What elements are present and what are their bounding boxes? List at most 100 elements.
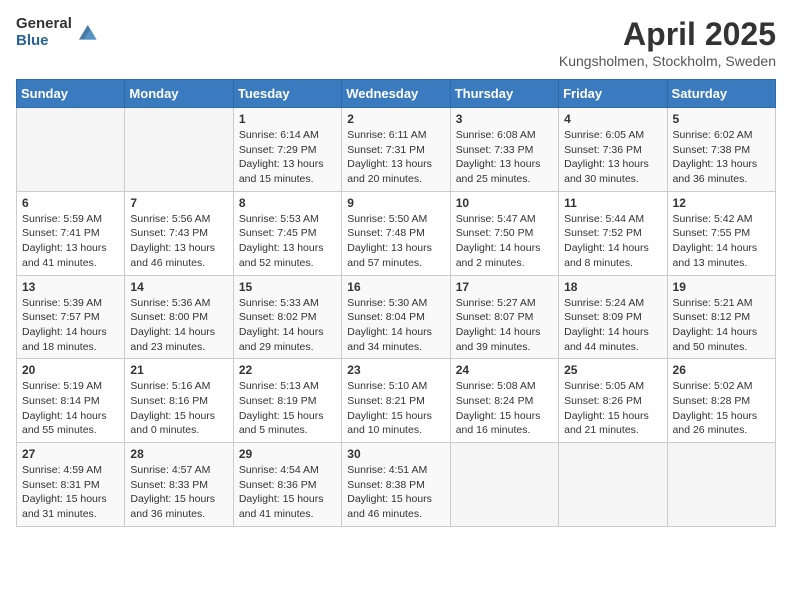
day-number: 21: [130, 363, 227, 377]
day-info: Sunrise: 5:42 AM Sunset: 7:55 PM Dayligh…: [673, 212, 770, 271]
day-info: Sunrise: 5:59 AM Sunset: 7:41 PM Dayligh…: [22, 212, 119, 271]
day-number: 11: [564, 196, 661, 210]
title-block: April 2025 Kungsholmen, Stockholm, Swede…: [559, 16, 776, 69]
weekday-header-monday: Monday: [125, 80, 233, 108]
logo: General Blue: [16, 16, 98, 49]
calendar-cell: 21 Sunrise: 5:16 AM Sunset: 8:16 PM Dayli…: [125, 359, 233, 443]
calendar-cell: 29 Sunrise: 4:54 AM Sunset: 8:36 PM Dayli…: [233, 443, 341, 527]
day-number: 30: [347, 447, 444, 461]
day-info: Sunrise: 5:27 AM Sunset: 8:07 PM Dayligh…: [456, 296, 553, 355]
day-number: 22: [239, 363, 336, 377]
calendar-cell: 9 Sunrise: 5:50 AM Sunset: 7:48 PM Daylig…: [342, 191, 450, 275]
calendar-cell: [17, 108, 125, 192]
calendar-cell: 24 Sunrise: 5:08 AM Sunset: 8:24 PM Dayli…: [450, 359, 558, 443]
day-info: Sunrise: 5:16 AM Sunset: 8:16 PM Dayligh…: [130, 379, 227, 438]
day-number: 12: [673, 196, 770, 210]
calendar-cell: 2 Sunrise: 6:11 AM Sunset: 7:31 PM Daylig…: [342, 108, 450, 192]
day-number: 20: [22, 363, 119, 377]
weekday-header-wednesday: Wednesday: [342, 80, 450, 108]
day-number: 1: [239, 112, 336, 126]
day-info: Sunrise: 5:05 AM Sunset: 8:26 PM Dayligh…: [564, 379, 661, 438]
day-number: 16: [347, 280, 444, 294]
day-info: Sunrise: 4:54 AM Sunset: 8:36 PM Dayligh…: [239, 463, 336, 522]
day-number: 18: [564, 280, 661, 294]
calendar-cell: [559, 443, 667, 527]
week-row-4: 20 Sunrise: 5:19 AM Sunset: 8:14 PM Dayli…: [17, 359, 776, 443]
day-info: Sunrise: 5:36 AM Sunset: 8:00 PM Dayligh…: [130, 296, 227, 355]
day-info: Sunrise: 5:44 AM Sunset: 7:52 PM Dayligh…: [564, 212, 661, 271]
location-subtitle: Kungsholmen, Stockholm, Sweden: [559, 53, 776, 69]
calendar-cell: 7 Sunrise: 5:56 AM Sunset: 7:43 PM Daylig…: [125, 191, 233, 275]
calendar-cell: 22 Sunrise: 5:13 AM Sunset: 8:19 PM Dayli…: [233, 359, 341, 443]
calendar-cell: 4 Sunrise: 6:05 AM Sunset: 7:36 PM Daylig…: [559, 108, 667, 192]
week-row-1: 1 Sunrise: 6:14 AM Sunset: 7:29 PM Daylig…: [17, 108, 776, 192]
day-number: 5: [673, 112, 770, 126]
day-number: 10: [456, 196, 553, 210]
day-number: 2: [347, 112, 444, 126]
day-number: 4: [564, 112, 661, 126]
logo-blue-text: Blue: [16, 33, 72, 50]
day-info: Sunrise: 5:02 AM Sunset: 8:28 PM Dayligh…: [673, 379, 770, 438]
weekday-header-friday: Friday: [559, 80, 667, 108]
day-number: 28: [130, 447, 227, 461]
weekday-header-row: SundayMondayTuesdayWednesdayThursdayFrid…: [17, 80, 776, 108]
day-number: 25: [564, 363, 661, 377]
calendar-cell: 3 Sunrise: 6:08 AM Sunset: 7:33 PM Daylig…: [450, 108, 558, 192]
calendar-cell: [450, 443, 558, 527]
day-info: Sunrise: 6:08 AM Sunset: 7:33 PM Dayligh…: [456, 128, 553, 187]
day-info: Sunrise: 6:05 AM Sunset: 7:36 PM Dayligh…: [564, 128, 661, 187]
day-info: Sunrise: 5:13 AM Sunset: 8:19 PM Dayligh…: [239, 379, 336, 438]
day-info: Sunrise: 6:14 AM Sunset: 7:29 PM Dayligh…: [239, 128, 336, 187]
day-info: Sunrise: 5:39 AM Sunset: 7:57 PM Dayligh…: [22, 296, 119, 355]
day-info: Sunrise: 6:11 AM Sunset: 7:31 PM Dayligh…: [347, 128, 444, 187]
day-info: Sunrise: 5:50 AM Sunset: 7:48 PM Dayligh…: [347, 212, 444, 271]
month-title: April 2025: [559, 16, 776, 53]
day-info: Sunrise: 4:59 AM Sunset: 8:31 PM Dayligh…: [22, 463, 119, 522]
day-number: 15: [239, 280, 336, 294]
calendar-cell: [667, 443, 775, 527]
day-info: Sunrise: 6:02 AM Sunset: 7:38 PM Dayligh…: [673, 128, 770, 187]
day-number: 26: [673, 363, 770, 377]
calendar-cell: 13 Sunrise: 5:39 AM Sunset: 7:57 PM Dayli…: [17, 275, 125, 359]
day-info: Sunrise: 4:51 AM Sunset: 8:38 PM Dayligh…: [347, 463, 444, 522]
day-number: 3: [456, 112, 553, 126]
day-info: Sunrise: 5:56 AM Sunset: 7:43 PM Dayligh…: [130, 212, 227, 271]
weekday-header-saturday: Saturday: [667, 80, 775, 108]
logo-general-text: General: [16, 16, 72, 33]
calendar-cell: 14Sunrise: 5:36 AM Sunset: 8:00 PM Dayli…: [125, 275, 233, 359]
day-info: Sunrise: 5:19 AM Sunset: 8:14 PM Dayligh…: [22, 379, 119, 438]
calendar-cell: 12 Sunrise: 5:42 AM Sunset: 7:55 PM Dayli…: [667, 191, 775, 275]
week-row-5: 27Sunrise: 4:59 AM Sunset: 8:31 PM Dayli…: [17, 443, 776, 527]
calendar-cell: 20 Sunrise: 5:19 AM Sunset: 8:14 PM Dayli…: [17, 359, 125, 443]
week-row-2: 6 Sunrise: 5:59 AM Sunset: 7:41 PM Daylig…: [17, 191, 776, 275]
weekday-header-tuesday: Tuesday: [233, 80, 341, 108]
calendar-cell: 30 Sunrise: 4:51 AM Sunset: 8:38 PM Dayli…: [342, 443, 450, 527]
day-number: 8: [239, 196, 336, 210]
calendar-cell: 17Sunrise: 5:27 AM Sunset: 8:07 PM Dayli…: [450, 275, 558, 359]
day-number: 7: [130, 196, 227, 210]
page-header: General Blue April 2025 Kungsholmen, Sto…: [16, 16, 776, 69]
day-number: 29: [239, 447, 336, 461]
calendar-cell: [125, 108, 233, 192]
day-info: Sunrise: 5:08 AM Sunset: 8:24 PM Dayligh…: [456, 379, 553, 438]
day-info: Sunrise: 5:10 AM Sunset: 8:21 PM Dayligh…: [347, 379, 444, 438]
day-info: Sunrise: 5:47 AM Sunset: 7:50 PM Dayligh…: [456, 212, 553, 271]
calendar-cell: 10 Sunrise: 5:47 AM Sunset: 7:50 PM Dayli…: [450, 191, 558, 275]
calendar-cell: 11 Sunrise: 5:44 AM Sunset: 7:52 PM Dayli…: [559, 191, 667, 275]
calendar-cell: 18Sunrise: 5:24 AM Sunset: 8:09 PM Dayli…: [559, 275, 667, 359]
day-number: 24: [456, 363, 553, 377]
week-row-3: 13 Sunrise: 5:39 AM Sunset: 7:57 PM Dayli…: [17, 275, 776, 359]
calendar-table: SundayMondayTuesdayWednesdayThursdayFrid…: [16, 79, 776, 527]
calendar-cell: 23 Sunrise: 5:10 AM Sunset: 8:21 PM Dayli…: [342, 359, 450, 443]
calendar-cell: 5 Sunrise: 6:02 AM Sunset: 7:38 PM Daylig…: [667, 108, 775, 192]
day-info: Sunrise: 5:21 AM Sunset: 8:12 PM Dayligh…: [673, 296, 770, 355]
day-number: 6: [22, 196, 119, 210]
logo-icon: [76, 22, 98, 44]
calendar-cell: 25 Sunrise: 5:05 AM Sunset: 8:26 PM Dayli…: [559, 359, 667, 443]
day-number: 23: [347, 363, 444, 377]
day-number: 13: [22, 280, 119, 294]
day-info: Sunrise: 5:30 AM Sunset: 8:04 PM Dayligh…: [347, 296, 444, 355]
day-number: 9: [347, 196, 444, 210]
day-info: Sunrise: 5:53 AM Sunset: 7:45 PM Dayligh…: [239, 212, 336, 271]
day-info: Sunrise: 4:57 AM Sunset: 8:33 PM Dayligh…: [130, 463, 227, 522]
